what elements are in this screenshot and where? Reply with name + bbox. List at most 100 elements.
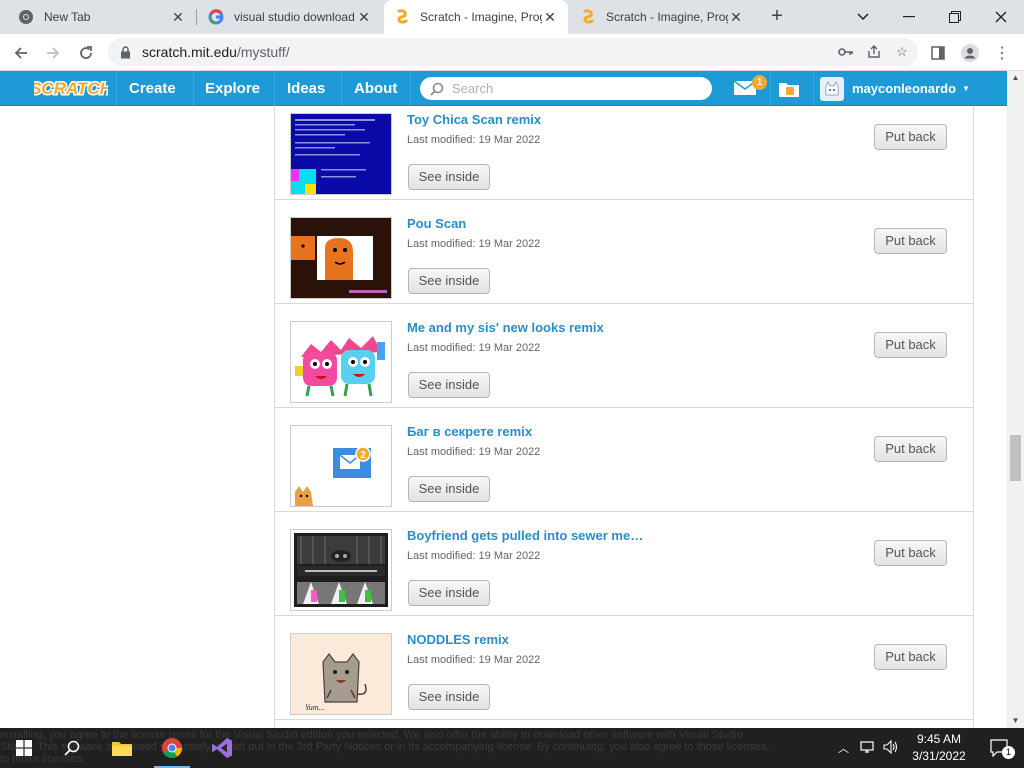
project-thumbnail[interactable]: 2 — [290, 425, 392, 507]
tab-new-tab[interactable]: New Tab ✕ — [8, 0, 196, 34]
trash-project-list: Toy Chica Scan remix Last modified: 19 M… — [274, 106, 974, 728]
scratch-logo[interactable]: SCRATCH — [29, 76, 115, 100]
search-icon — [430, 82, 444, 96]
see-inside-button[interactable]: See inside — [408, 268, 490, 294]
close-icon[interactable]: ✕ — [728, 9, 744, 26]
forward-button[interactable] — [40, 40, 66, 66]
put-back-button[interactable]: Put back — [874, 644, 947, 670]
project-modified-date: Last modified: 19 Mar 2022 — [407, 134, 541, 146]
volume-icon[interactable] — [883, 739, 899, 757]
start-button[interactable] — [0, 728, 48, 768]
close-icon[interactable]: ✕ — [356, 9, 372, 26]
system-tray: ︿ — [838, 728, 899, 768]
url-host: scratch.mit.edu — [142, 44, 237, 60]
close-icon[interactable]: ✕ — [170, 9, 186, 26]
project-title[interactable]: Me and my sis' new looks remix — [407, 320, 604, 335]
list-item: Boyfriend gets pulled into sewer me… Las… — [275, 512, 973, 616]
restore-button[interactable] — [932, 0, 978, 34]
project-thumbnail[interactable] — [290, 113, 392, 195]
tab-title: Scratch - Imagine, Prog — [420, 10, 542, 24]
side-panel-icon[interactable] — [928, 43, 948, 63]
project-thumbnail[interactable]: Yum... — [290, 633, 392, 715]
project-thumbnail[interactable] — [290, 321, 392, 403]
tab-scratch-active[interactable]: Scratch - Imagine, Prog ✕ — [384, 0, 568, 34]
see-inside-button[interactable]: See inside — [408, 476, 490, 502]
google-icon — [208, 9, 224, 25]
key-icon[interactable] — [838, 44, 854, 60]
project-title[interactable]: NODDLES remix — [407, 632, 509, 647]
tab-search-button[interactable] — [840, 0, 886, 34]
project-title[interactable]: Boyfriend gets pulled into sewer me… — [407, 528, 643, 543]
project-thumbnail[interactable] — [290, 529, 392, 611]
new-tab-button[interactable]: + — [766, 6, 788, 28]
my-stuff-icon[interactable] — [777, 79, 803, 99]
project-title[interactable]: Pou Scan — [407, 216, 466, 231]
search-icon[interactable] — [48, 728, 96, 768]
address-bar[interactable]: scratch.mit.edu/mystuff/ ☆ — [108, 38, 918, 66]
put-back-button[interactable]: Put back — [874, 228, 947, 254]
avatar — [820, 76, 844, 101]
tab-scratch[interactable]: Scratch - Imagine, Prog ✕ — [570, 0, 754, 34]
tab-title: Scratch - Imagine, Prog — [606, 10, 728, 24]
back-button[interactable] — [8, 40, 34, 66]
search-input[interactable]: Search — [420, 77, 712, 100]
profile-icon[interactable] — [960, 43, 980, 63]
put-back-button[interactable]: Put back — [874, 332, 947, 358]
svg-text:2: 2 — [360, 450, 366, 461]
close-window-button[interactable] — [978, 0, 1024, 34]
username: mayconleonardo — [852, 81, 957, 96]
project-thumbnail[interactable] — [290, 217, 392, 299]
vertical-scrollbar[interactable]: ▲ ▼ — [1007, 71, 1024, 728]
messages-badge: 1 — [752, 75, 767, 90]
see-inside-button[interactable]: See inside — [408, 372, 490, 398]
visual-studio-icon[interactable] — [198, 728, 246, 768]
project-modified-date: Last modified: 19 Mar 2022 — [407, 446, 541, 458]
menu-icon[interactable]: ⋮ — [992, 43, 1012, 63]
tab-title: New Tab — [44, 10, 91, 24]
my-stuff-page: Toy Chica Scan remix Last modified: 19 M… — [0, 106, 1007, 728]
clock-time: 9:45 AM — [916, 732, 962, 746]
taskbar-clock[interactable]: 9:45 AM 3/31/2022 — [904, 731, 974, 765]
chevron-down-icon: ▼ — [962, 84, 970, 93]
scratch-nav-bar: SCRATCH Create Explore Ideas About Searc… — [0, 71, 1007, 106]
project-title[interactable]: Toy Chica Scan remix — [407, 112, 541, 127]
scroll-down-arrow[interactable]: ▼ — [1007, 714, 1024, 728]
svg-text:SCRATCH: SCRATCH — [34, 79, 108, 98]
list-item: Yum... NODDLES remix Last modified: 19 M… — [275, 616, 973, 720]
see-inside-button[interactable]: See inside — [408, 164, 490, 190]
nav-ideas[interactable]: Ideas — [275, 71, 337, 106]
scratch-icon — [580, 9, 596, 25]
tab-title: visual studio download — [234, 10, 355, 24]
user-menu[interactable]: mayconleonardo ▼ — [820, 71, 970, 106]
star-icon[interactable]: ☆ — [894, 44, 910, 60]
notification-icon[interactable]: 1 — [976, 728, 1024, 768]
list-item: Toy Chica Scan remix Last modified: 19 M… — [275, 106, 973, 200]
search-placeholder: Search — [452, 81, 494, 96]
project-modified-date: Last modified: 19 Mar 2022 — [407, 654, 541, 666]
scroll-up-arrow[interactable]: ▲ — [1007, 71, 1024, 85]
project-modified-date: Last modified: 19 Mar 2022 — [407, 342, 541, 354]
notification-count: 1 — [1002, 746, 1015, 759]
put-back-button[interactable]: Put back — [874, 540, 947, 566]
minimize-button[interactable] — [886, 0, 932, 34]
scratch-icon — [394, 9, 410, 25]
nav-explore[interactable]: Explore — [193, 71, 272, 106]
close-icon[interactable]: ✕ — [542, 9, 558, 26]
put-back-button[interactable]: Put back — [874, 124, 947, 150]
project-modified-date: Last modified: 19 Mar 2022 — [407, 550, 541, 562]
share-icon[interactable] — [866, 44, 882, 60]
file-explorer-icon[interactable] — [98, 728, 146, 768]
chrome-icon[interactable] — [148, 728, 196, 768]
scrollbar-thumb[interactable] — [1010, 435, 1021, 481]
see-inside-button[interactable]: See inside — [408, 684, 490, 710]
nav-create[interactable]: Create — [117, 71, 188, 106]
chevron-up-icon[interactable]: ︿ — [838, 740, 849, 756]
nav-about[interactable]: About — [342, 71, 409, 106]
list-item: Pou Scan Last modified: 19 Mar 2022 See … — [275, 200, 973, 304]
project-title[interactable]: Баг в секрете remix — [407, 424, 532, 439]
put-back-button[interactable]: Put back — [874, 436, 947, 462]
see-inside-button[interactable]: See inside — [408, 580, 490, 606]
tab-visual-studio-download[interactable]: visual studio download ✕ — [198, 0, 382, 34]
reload-button[interactable] — [73, 40, 99, 66]
network-icon[interactable] — [859, 740, 875, 757]
